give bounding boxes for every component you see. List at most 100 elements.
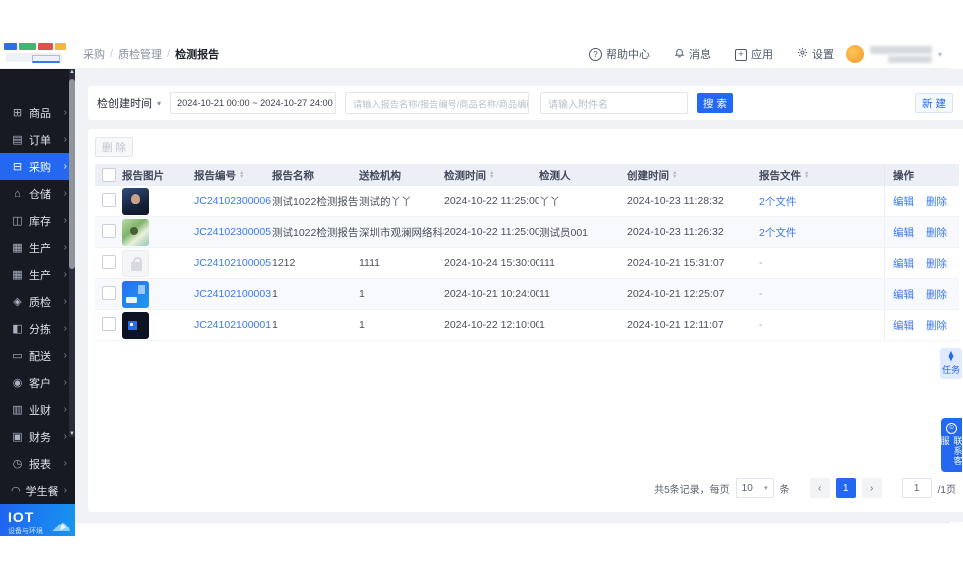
sidebar-item-分拣[interactable]: ◧ 分拣 › <box>0 315 75 342</box>
tester-cell: 111 <box>539 257 555 269</box>
sidebar-item-仓储[interactable]: ⌂ 仓储 › <box>0 180 75 207</box>
student-meal-icon: ◠ <box>11 485 21 497</box>
report-files-link[interactable]: 2个文件 <box>759 227 796 239</box>
column-header-操作: 操作 <box>884 164 959 186</box>
date-range-input[interactable]: 2024-10-21 00:00 ~ 2024-10-27 24:00 <box>170 92 349 114</box>
create-button[interactable]: 新 建 <box>915 93 953 113</box>
report-image-darklogo[interactable] <box>122 311 149 339</box>
inspection-org-cell: 1 <box>359 288 365 300</box>
user-menu[interactable]: ▾ <box>845 45 942 63</box>
sidebar-item-label: 商品 <box>29 107 51 120</box>
sort-icon[interactable]: ▲ ▼ <box>804 170 809 180</box>
keyword-search-input[interactable]: 请输入报告名称/报告编号/商品名称/商品编码 <box>345 92 530 114</box>
column-header-创建时间[interactable]: 创建时间 ▲ ▼ <box>627 168 759 183</box>
next-page-button[interactable]: › <box>861 478 882 498</box>
iot-module-badge[interactable]: IOT 设备与环境 ☁ <box>0 504 75 536</box>
scroll-up-icon[interactable]: ▲ <box>69 69 75 75</box>
sort-icon[interactable]: ▲ ▼ <box>489 170 494 180</box>
sort-icon[interactable]: ▲ ▼ <box>239 170 244 180</box>
sidebar-item-质检[interactable]: ◈ 质检 › <box>0 288 75 315</box>
sidebar-item-label: 客户 <box>29 377 51 390</box>
scroll-down-icon[interactable]: ▼ <box>69 431 75 437</box>
bell-icon <box>674 47 685 61</box>
sidebar-item-库存[interactable]: ◫ 库存 › <box>0 207 75 234</box>
delete-link[interactable]: 删除 <box>926 318 947 333</box>
sidebar-item-生产[interactable]: ▦ 生产 › <box>0 234 75 261</box>
column-header-报告文件[interactable]: 报告文件 ▲ ▼ <box>759 168 884 183</box>
row-actions-cell: 编辑 删除 <box>884 310 959 340</box>
test-time-cell: 2024-10-22 11:25:00 <box>444 226 539 238</box>
report-image-empty[interactable] <box>122 249 149 277</box>
attachment-name-input[interactable]: 请输入附件名 <box>540 92 689 114</box>
time-type-select[interactable]: 检创建时间 <box>97 95 152 111</box>
page-jump-input[interactable]: 1 <box>901 478 932 498</box>
report-id-cell: JC24102100001 <box>194 319 272 331</box>
sidebar-item-商品[interactable]: ⊞ 商品 › <box>0 99 75 126</box>
sidebar-item-客户[interactable]: ◉ 客户 › <box>0 369 75 396</box>
row-checkbox[interactable] <box>102 316 116 331</box>
prev-page-button[interactable]: ‹ <box>809 478 830 498</box>
goods-grid-icon: ⊞ <box>12 107 23 119</box>
sidebar-item-生产[interactable]: ▦ 生产 › <box>0 261 75 288</box>
column-header-报告编号[interactable]: 报告编号 ▲ ▼ <box>194 168 272 183</box>
edit-link[interactable]: 编辑 <box>893 256 914 271</box>
sorting-icon: ◧ <box>12 323 23 335</box>
report-id-link[interactable]: JC24102300005 <box>194 226 271 238</box>
breadcrumb-item[interactable]: 质检管理 <box>118 46 162 62</box>
sidebar-item-订单[interactable]: ▤ 订单 › <box>0 126 75 153</box>
report-image-photo[interactable] <box>122 218 149 246</box>
topbar-item-应用[interactable]: + 应用 <box>734 46 773 62</box>
delete-link[interactable]: 删除 <box>926 287 947 302</box>
report-id-link[interactable]: JC24102100001 <box>194 319 271 331</box>
sidebar-item-报表[interactable]: ◷ 报表 › <box>0 450 75 477</box>
edit-link[interactable]: 编辑 <box>893 194 914 209</box>
select-all-checkbox[interactable] <box>102 168 116 182</box>
avatar[interactable] <box>845 45 864 63</box>
report-name-cell: 1 <box>272 319 278 331</box>
sidebar-item-配送[interactable]: ▭ 配送 › <box>0 342 75 369</box>
row-checkbox[interactable] <box>102 192 116 207</box>
tasks-floating-button[interactable]: ⧫ 任务 <box>940 348 962 379</box>
column-header-检测时间[interactable]: 检测时间 ▲ ▼ <box>444 168 539 183</box>
report-image-portrait[interactable] <box>122 187 149 215</box>
breadcrumb-item[interactable]: 采购 <box>83 46 105 62</box>
bulk-delete-button[interactable]: 删 除 <box>95 137 133 157</box>
chevron-right-icon: › <box>63 269 67 280</box>
inspection-org-cell: 深圳市观澜网络科技 <box>359 226 444 239</box>
chevron-right-icon: › <box>63 458 67 469</box>
row-checkbox[interactable] <box>102 254 116 269</box>
delete-link[interactable]: 删除 <box>926 194 947 209</box>
search-button[interactable]: 搜 索 <box>697 93 734 113</box>
sidebar-item-label: 订单 <box>29 134 51 147</box>
sort-icon[interactable]: ▲ ▼ <box>672 170 677 180</box>
topbar-item-设置[interactable]: 设置 <box>797 46 834 62</box>
sidebar-item-采购[interactable]: ⊟ 采购 › <box>0 153 75 180</box>
report-files-link[interactable]: 2个文件 <box>759 196 796 208</box>
topbar-item-帮助中心[interactable]: ? 帮助中心 <box>588 46 650 62</box>
report-id-link[interactable]: JC24102300006 <box>194 195 271 207</box>
delete-link[interactable]: 删除 <box>926 225 947 240</box>
edit-link[interactable]: 编辑 <box>893 287 914 302</box>
report-id-link[interactable]: JC24102100003 <box>194 288 271 300</box>
sidebar-vertical-scrollbar[interactable]: ▲ ▼ <box>69 69 75 437</box>
row-checkbox[interactable] <box>102 223 116 238</box>
edit-link[interactable]: 编辑 <box>893 225 914 240</box>
current-page-button[interactable]: 1 <box>835 478 856 498</box>
delete-link[interactable]: 删除 <box>926 256 947 271</box>
row-actions-cell: 编辑 删除 <box>884 217 959 247</box>
sidebar-item-业财[interactable]: ▥ 业财 › <box>0 396 75 423</box>
breadcrumb-item[interactable]: 检测报告 <box>175 46 219 62</box>
report-image-bluelogo[interactable] <box>122 280 149 308</box>
report-name-cell: 测试1022检测报告 <box>272 195 359 208</box>
edit-link[interactable]: 编辑 <box>893 318 914 333</box>
report-id-cell: JC24102100005 <box>194 257 272 269</box>
row-checkbox[interactable] <box>102 285 116 300</box>
sidebar-item-学生餐[interactable]: ◠ 学生餐 › <box>0 477 75 504</box>
table-row: JC24102100005 1212 1111 2024-10-24 15:30:00… <box>95 248 959 279</box>
report-id-link[interactable]: JC24102100005 <box>194 257 271 269</box>
app-logo[interactable] <box>0 40 75 68</box>
sidebar-item-财务[interactable]: ▣ 财务 › <box>0 423 75 450</box>
customer-service-tab[interactable]: ⊙ 联系客服 <box>940 418 963 472</box>
page-size-select[interactable]: 10 ▾ <box>735 478 774 498</box>
topbar-item-消息[interactable]: 消息 <box>674 46 711 62</box>
